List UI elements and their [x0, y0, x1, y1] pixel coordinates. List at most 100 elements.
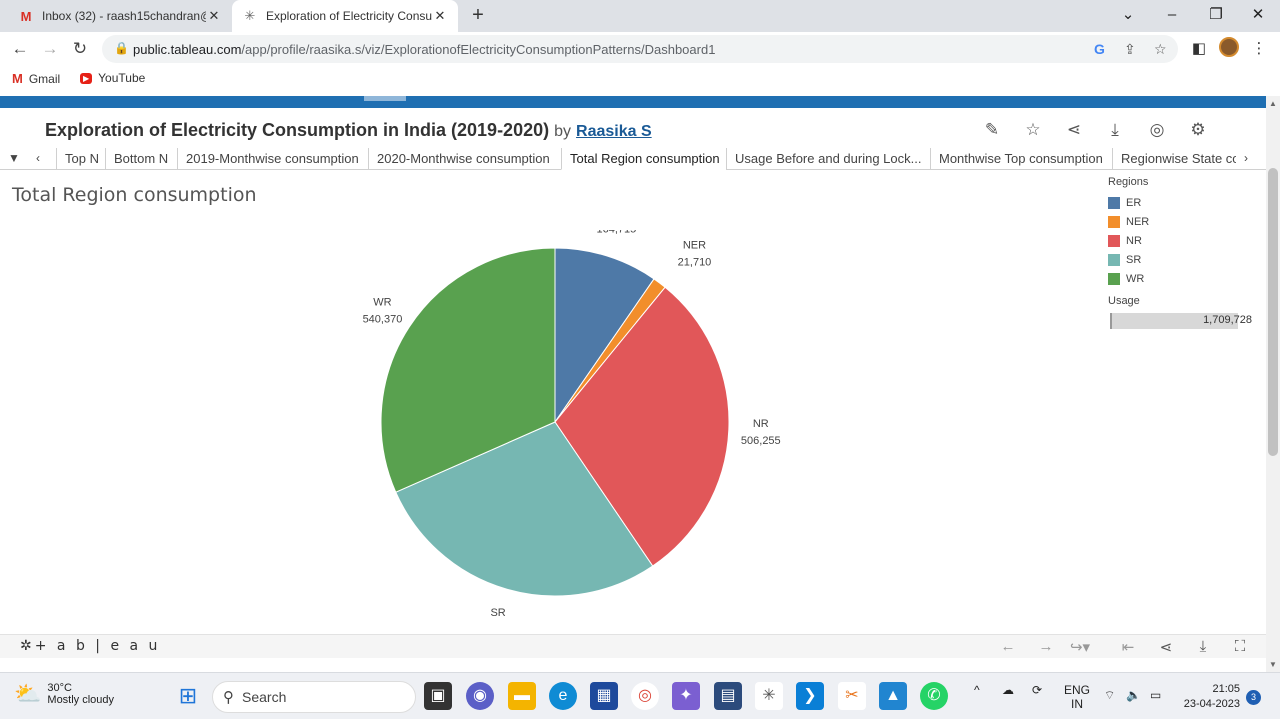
tabs-dropdown-icon[interactable]: ▼: [4, 148, 24, 170]
search-label: Search: [242, 689, 287, 705]
author-link[interactable]: Raasika S: [576, 123, 652, 140]
whatsapp-icon[interactable]: ✆: [920, 682, 948, 710]
legend-swatch: [1108, 253, 1120, 266]
tableau-icon[interactable]: ✳: [755, 682, 783, 710]
tab-2019-monthwise[interactable]: 2019-Monthwise consumption: [177, 148, 368, 170]
restore-button[interactable]: ❐: [1194, 0, 1238, 30]
volume-icon[interactable]: 🔈: [1126, 688, 1141, 702]
bookmark-star-icon[interactable]: ☆: [1154, 41, 1167, 58]
download-icon[interactable]: ⤓: [1103, 119, 1127, 143]
metadata-icon[interactable]: ◎: [1145, 119, 1169, 143]
tray-chevron-icon[interactable]: ^: [974, 683, 980, 697]
legend-item-sr[interactable]: SR: [1108, 250, 1258, 269]
tab-gmail-inbox[interactable]: M Inbox (32) - raash15chandran@g ✕: [8, 0, 232, 32]
menu-icon[interactable]: ⋮: [1246, 36, 1272, 62]
download-icon[interactable]: ⤓: [1191, 638, 1215, 655]
avatar[interactable]: [1219, 37, 1239, 57]
window-close-button[interactable]: ✕: [1236, 0, 1280, 30]
clock[interactable]: 21:05 23-04-2023: [1180, 682, 1240, 712]
back-button[interactable]: ←: [7, 36, 33, 62]
tab-usage-lockdown[interactable]: Usage Before and during Lock...: [726, 148, 930, 170]
address-bar[interactable]: 🔒 public.tableau.com/app/profile/raasika…: [102, 35, 1178, 63]
chrome-icon[interactable]: ◎: [631, 682, 659, 710]
share-icon[interactable]: ⋖: [1154, 638, 1178, 656]
close-icon[interactable]: ✕: [432, 8, 448, 24]
copilot-icon[interactable]: ✦: [672, 682, 700, 710]
tabs-next-icon[interactable]: ›: [1236, 148, 1256, 170]
google-lens-icon[interactable]: G: [1094, 41, 1105, 57]
share-icon[interactable]: ⇪: [1124, 41, 1136, 58]
legend-item-er[interactable]: ER: [1108, 193, 1258, 212]
temperature: 30°C: [47, 682, 72, 694]
tab-2020-monthwise[interactable]: 2020-Monthwise consumption: [368, 148, 561, 170]
tab-regionwise-state[interactable]: Regionwise State co: [1112, 148, 1236, 170]
browser-toolbar: ← → ↻ 🔒 public.tableau.com/app/profile/r…: [0, 32, 1280, 66]
tab-monthwise-top[interactable]: Monthwise Top consumption: [930, 148, 1112, 170]
settings-gear-icon[interactable]: ⚙: [1186, 119, 1210, 143]
legend-item-ner[interactable]: NER: [1108, 212, 1258, 231]
sync-icon[interactable]: ⟳: [1032, 683, 1042, 697]
bookmark-gmail[interactable]: M Gmail: [12, 71, 60, 86]
snipping-tool-icon[interactable]: ✂: [838, 682, 866, 710]
tab-total-region[interactable]: Total Region consumption: [561, 148, 726, 170]
slice-label: NER: [683, 240, 706, 252]
share-icon[interactable]: ⋖: [1062, 119, 1086, 143]
taskbar: ⛅ 30°C Mostly cloudy ⊞ ⚲ Search ▣ ◉ ▬ e …: [0, 672, 1280, 719]
onedrive-icon[interactable]: ☁: [1002, 683, 1014, 697]
sheet-tabs: ▼ ‹ Top N Bottom N 2019-Monthwise consum…: [0, 148, 1266, 170]
bookmark-youtube[interactable]: ▶ YouTube: [80, 71, 145, 85]
region-text: IN: [1071, 697, 1083, 711]
forward-button[interactable]: →: [37, 36, 63, 62]
file-explorer-icon[interactable]: ▬: [508, 682, 536, 710]
revert-icon[interactable]: ↪▾: [1068, 638, 1092, 656]
redo-icon[interactable]: →: [1034, 638, 1058, 655]
task-view-icon[interactable]: ▣: [424, 682, 452, 710]
legend-item-nr[interactable]: NR: [1108, 231, 1258, 250]
close-icon[interactable]: ✕: [206, 8, 222, 24]
url-text: public.tableau.com/app/profile/raasika.s…: [133, 42, 716, 57]
reset-icon[interactable]: ⇤: [1116, 638, 1140, 656]
weather-widget[interactable]: ⛅ 30°C Mostly cloudy: [14, 681, 114, 707]
tab-top-n[interactable]: Top N: [56, 148, 105, 170]
windows-start-icon[interactable]: ⊞: [174, 682, 202, 710]
favorite-star-icon[interactable]: ☆: [1021, 119, 1045, 143]
photos-icon[interactable]: ▲: [879, 682, 907, 710]
store-icon[interactable]: ▦: [590, 682, 618, 710]
usage-legend-title: Usage: [1108, 295, 1140, 307]
slice-label: NR: [753, 418, 769, 430]
fullscreen-icon[interactable]: ⛶: [1228, 638, 1252, 655]
slice-value-label: 164,715: [597, 230, 637, 235]
taskbar-search[interactable]: ⚲ Search: [212, 681, 416, 713]
edge-icon[interactable]: e: [549, 682, 577, 710]
scroll-down-icon[interactable]: ▼: [1266, 660, 1280, 669]
teams-icon[interactable]: ◉: [466, 682, 494, 710]
tab-title: Exploration of Electricity Consum: [266, 9, 432, 23]
usage-value: 1,709,728: [1203, 314, 1252, 326]
tableau-logo[interactable]: ✲+ a b | e a u: [20, 638, 160, 654]
bookmark-label: Gmail: [28, 71, 61, 86]
new-tab-button[interactable]: +: [466, 4, 490, 28]
wifi-icon[interactable]: ⌔: [1104, 688, 1115, 703]
regions-legend: Regions ER NER NR SR WR: [1108, 176, 1258, 288]
scroll-up-icon[interactable]: ▲: [1266, 99, 1280, 108]
side-panel-icon[interactable]: ◧: [1186, 36, 1212, 62]
tab-bottom-n[interactable]: Bottom N: [105, 148, 177, 170]
undo-icon[interactable]: ←: [996, 638, 1020, 655]
tab-search-chevron-icon[interactable]: ⌄: [1106, 0, 1150, 30]
tableau-icon: ✳: [244, 8, 256, 23]
reload-button[interactable]: ↻: [67, 36, 93, 62]
page-scrollbar[interactable]: ▲ ▼: [1266, 96, 1280, 672]
legend-item-wr[interactable]: WR: [1108, 269, 1258, 288]
language-indicator[interactable]: ENG IN: [1064, 683, 1090, 711]
legend-title: Regions: [1108, 176, 1149, 188]
notification-badge[interactable]: 3: [1246, 690, 1261, 705]
tabs-prev-icon[interactable]: ‹: [28, 148, 48, 170]
search-icon: ⚲: [223, 689, 234, 706]
battery-icon[interactable]: ▭: [1150, 688, 1161, 702]
tab-tableau[interactable]: ✳ Exploration of Electricity Consum ✕: [232, 0, 458, 32]
vscode-icon[interactable]: ❯: [796, 682, 824, 710]
edit-viz-icon[interactable]: ✎: [980, 119, 1004, 143]
app-icon[interactable]: ▤: [714, 682, 742, 710]
scroll-thumb[interactable]: [1268, 168, 1278, 456]
minimize-button[interactable]: –: [1150, 0, 1194, 30]
